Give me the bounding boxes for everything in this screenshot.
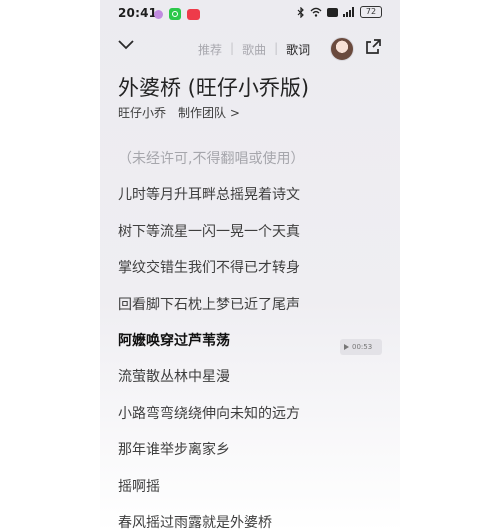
lyric-line[interactable]: 春风摇过雨露就是外婆桥 [118, 512, 388, 532]
signal-icon [343, 7, 354, 17]
header-tabs: 推荐 | 歌曲 | 歌词 [198, 41, 314, 58]
lyric-line[interactable]: 摇啊摇 [118, 476, 388, 512]
tab-lyrics[interactable]: 歌词 [286, 41, 310, 58]
tab-song[interactable]: 歌曲 [242, 41, 266, 58]
battery-icon: 72 [360, 6, 382, 18]
artist-link[interactable]: 旺仔小乔 [118, 104, 166, 121]
song-meta: 旺仔小乔 制作团队 > [118, 104, 240, 121]
play-icon [344, 344, 349, 350]
seek-to-line-button[interactable]: 00:53 [340, 339, 382, 355]
lyric-line[interactable]: 树下等流星一闪一晃一个天真 [118, 221, 388, 257]
lyric-line[interactable]: （未经许可,不得翻唱或使用） [118, 148, 388, 184]
chevron-down-icon[interactable] [118, 40, 134, 50]
lyric-line[interactable]: 流萤散丛林中星漫 [118, 366, 388, 402]
lyric-line[interactable]: 掌纹交错生我们不得已才转身 [118, 257, 388, 293]
lyric-line[interactable]: 小路弯弯绕绕伸向未知的远方 [118, 403, 388, 439]
share-icon[interactable] [365, 38, 382, 55]
credits-link[interactable]: 制作团队 > [178, 104, 240, 121]
bubble-notification-icon [154, 9, 163, 19]
avatar[interactable] [330, 37, 354, 61]
bluetooth-icon [297, 6, 304, 18]
status-bar: 20:41 72 [100, 0, 400, 28]
lyric-line[interactable]: 回看脚下石枕上梦已近了尾声 [118, 294, 388, 330]
lyric-line[interactable]: 儿时等月升耳畔总摇晃着诗文 [118, 184, 388, 220]
system-icons: 72 [297, 6, 382, 18]
phone-screen: 20:41 72 推荐 | 歌曲 | 歌词 外婆桥 (旺仔小乔版) 旺仔小乔 制… [100, 0, 400, 532]
green-app-notification-icon [169, 8, 181, 20]
notification-icons [154, 8, 200, 20]
hd-signal-icon [327, 7, 338, 17]
tab-recommend[interactable]: 推荐 [198, 41, 222, 58]
wifi-icon [310, 7, 322, 17]
lyric-line[interactable]: 那年谁举步离家乡 [118, 439, 388, 475]
red-app-notification-icon [187, 8, 200, 20]
seek-time: 00:53 [352, 343, 373, 351]
player-header: 推荐 | 歌曲 | 歌词 [100, 30, 400, 66]
status-time: 20:41 [118, 6, 158, 20]
song-title: 外婆桥 (旺仔小乔版) [118, 76, 310, 100]
tab-separator: | [230, 41, 235, 55]
tab-separator: | [274, 41, 279, 55]
